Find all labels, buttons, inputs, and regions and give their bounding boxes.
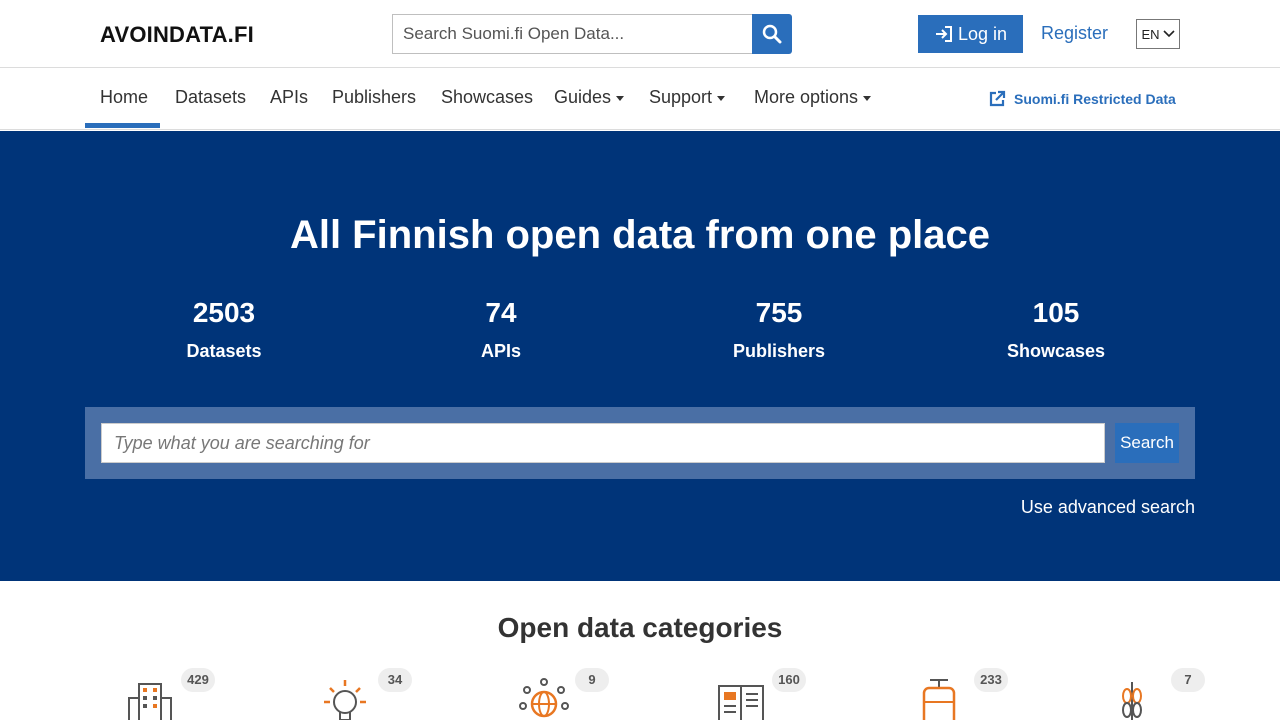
nav-publishers[interactable]: Publishers	[332, 87, 416, 108]
hero-section: All Finnish open data from one place 250…	[0, 131, 1280, 581]
lightbulb-icon	[324, 680, 366, 720]
header-search-button[interactable]	[752, 14, 792, 54]
sign-in-icon	[935, 26, 952, 42]
language-value: EN	[1141, 26, 1160, 42]
category-item[interactable]: 429	[113, 668, 223, 720]
nav-guides-label: Guides	[554, 87, 612, 107]
nav-datasets-label: Datasets	[175, 87, 247, 107]
main-nav: Home Datasets APIs Publishers Showcases …	[0, 68, 1280, 130]
login-button[interactable]: Log in	[918, 15, 1023, 53]
stat-showcases[interactable]: 105 Showcases	[936, 297, 1176, 362]
restricted-data-link[interactable]: Suomi.fi Restricted Data	[988, 90, 1176, 108]
building-icon	[128, 683, 172, 720]
category-count: 160	[772, 668, 806, 692]
nav-showcases-label: Showcases	[441, 87, 534, 107]
globe-network-icon	[519, 678, 569, 718]
nav-publishers-label: Publishers	[332, 87, 417, 107]
stat-value: 105	[1032, 297, 1080, 328]
category-count: 34	[378, 668, 412, 692]
restricted-data-label: Suomi.fi Restricted Data	[1014, 91, 1176, 107]
login-label: Log in	[957, 23, 1008, 44]
chevron-down-icon	[1162, 30, 1175, 38]
hero-search-panel: Type what you are searching for Search	[85, 407, 1195, 479]
hero-search-button[interactable]: Search	[1115, 423, 1179, 463]
external-link-icon	[989, 90, 1006, 107]
stat-apis[interactable]: 74 APIs	[381, 297, 621, 362]
hero-search-input[interactable]: Type what you are searching for	[101, 423, 1105, 463]
nav-datasets[interactable]: Datasets	[175, 87, 246, 108]
stat-label: APIs	[480, 341, 522, 361]
search-icon	[762, 24, 782, 44]
stat-label: Showcases	[1006, 341, 1106, 361]
register-link[interactable]: Register	[1041, 23, 1108, 44]
nav-support-label: Support	[649, 87, 713, 107]
site-header: AVOINDATA.FI Search Suomi.fi Open Data..…	[0, 0, 1280, 68]
stat-value: 2503	[192, 297, 256, 328]
category-count: 429	[181, 668, 215, 692]
stat-datasets[interactable]: 2503 Datasets	[104, 297, 344, 362]
wheat-icon	[1122, 682, 1142, 720]
stat-label: Datasets	[186, 341, 262, 361]
header-search-input[interactable]: Search Suomi.fi Open Data...	[392, 14, 752, 54]
nav-more-options-label: More options	[754, 87, 859, 107]
nav-support-dropdown[interactable]: Support	[649, 87, 726, 108]
newspaper-icon	[718, 685, 764, 720]
tram-icon	[922, 679, 956, 720]
category-count: 9	[575, 668, 609, 692]
category-item[interactable]: 160	[704, 668, 814, 720]
nav-home[interactable]: Home	[100, 87, 148, 108]
language-select[interactable]: EN	[1136, 19, 1180, 49]
category-item[interactable]: 233	[906, 668, 1016, 720]
hero-title: All Finnish open data from one place	[289, 213, 991, 257]
stat-publishers[interactable]: 755 Publishers	[659, 297, 899, 362]
nav-active-indicator	[85, 123, 160, 128]
nav-guides-dropdown[interactable]: Guides	[554, 87, 625, 108]
stat-value: 755	[755, 297, 803, 328]
stat-label: Publishers	[732, 341, 826, 361]
advanced-search-link[interactable]: Use advanced search	[1021, 497, 1195, 518]
categories-title: Open data categories	[497, 612, 783, 643]
category-item[interactable]: 9	[507, 668, 617, 720]
stat-value: 74	[485, 297, 517, 328]
caret-down-icon	[717, 95, 726, 101]
site-logo[interactable]: AVOINDATA.FI	[100, 22, 254, 48]
caret-down-icon	[616, 95, 625, 101]
nav-showcases[interactable]: Showcases	[441, 87, 533, 108]
nav-apis[interactable]: APIs	[270, 87, 308, 108]
category-item[interactable]: 7	[1103, 668, 1213, 720]
category-count: 233	[974, 668, 1008, 692]
category-count: 7	[1171, 668, 1205, 692]
category-item[interactable]: 34	[310, 668, 420, 720]
nav-apis-label: APIs	[270, 87, 309, 107]
caret-down-icon	[863, 95, 872, 101]
nav-more-options-dropdown[interactable]: More options	[754, 87, 872, 108]
nav-home-label: Home	[100, 87, 149, 107]
